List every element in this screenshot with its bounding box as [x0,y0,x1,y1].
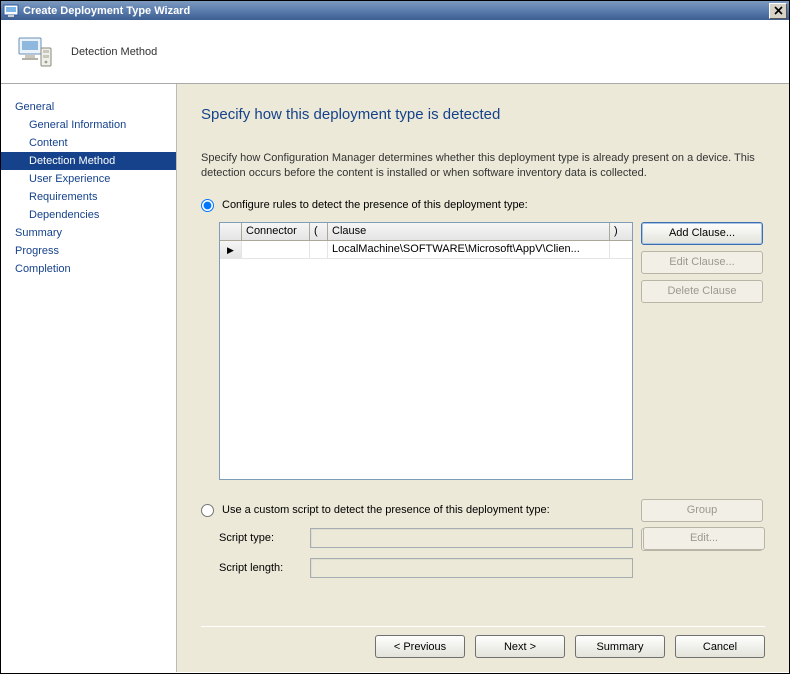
sidebar-item-detection-method[interactable]: Detection Method [1,152,176,170]
summary-button[interactable]: Summary [575,635,665,658]
window-body: Detection Method General General Informa… [0,20,790,674]
script-length-label: Script length: [219,562,304,574]
sidebar-item-general-info[interactable]: General Information [1,116,176,134]
window-title: Create Deployment Type Wizard [23,5,769,17]
close-button[interactable] [769,3,787,19]
edit-clause-button: Edit Clause... [641,251,763,274]
add-clause-button[interactable]: Add Clause... [641,222,763,245]
script-length-row: Script length: [219,558,765,578]
wizard-footer: < Previous Next > Summary Cancel [201,626,765,662]
script-type-row: Script type: Edit... [219,527,765,550]
delete-clause-button: Delete Clause [641,280,763,303]
sidebar-item-general[interactable]: General [1,98,176,116]
sidebar-item-dependencies[interactable]: Dependencies [1,206,176,224]
grid-body: ▶ LocalMachine\SOFTWARE\Microsoft\AppV\C… [220,241,632,479]
sidebar-item-user-experience[interactable]: User Experience [1,170,176,188]
radio-configure-rules[interactable]: Configure rules to detect the presence o… [201,199,765,212]
col-close-paren[interactable]: ) [610,223,632,240]
col-clause[interactable]: Clause [328,223,610,240]
sidebar-item-content[interactable]: Content [1,134,176,152]
radio-configure-rules-label: Configure rules to detect the presence o… [222,199,528,211]
cell-open-paren [310,241,328,258]
sidebar-item-requirements[interactable]: Requirements [1,188,176,206]
grid-header: Connector ( Clause ) [220,223,632,241]
cancel-button[interactable]: Cancel [675,635,765,658]
sidebar-item-progress[interactable]: Progress [1,242,176,260]
col-open-paren[interactable]: ( [310,223,328,240]
sidebar: General General Information Content Dete… [1,84,177,672]
table-row[interactable]: ▶ LocalMachine\SOFTWARE\Microsoft\AppV\C… [220,241,632,259]
content: Specify how this deployment type is dete… [177,84,789,672]
cell-clause: LocalMachine\SOFTWARE\Microsoft\AppV\Cli… [328,241,610,258]
cell-close-paren [610,241,632,258]
sidebar-item-completion[interactable]: Completion [1,260,176,278]
radio-custom-script[interactable]: Use a custom script to detect the presen… [201,504,765,517]
radio-custom-script-input[interactable] [201,504,214,517]
rules-area: Connector ( Clause ) ▶ LocalMachine\SOFT… [219,222,765,490]
next-button[interactable]: Next > [475,635,565,658]
titlebar: Create Deployment Type Wizard [0,0,790,20]
header-subtitle: Detection Method [71,46,157,58]
radio-custom-script-label: Use a custom script to detect the presen… [222,504,550,516]
script-type-label: Script type: [219,532,304,544]
main: General General Information Content Dete… [1,84,789,672]
page-description: Specify how Configuration Manager determ… [201,151,765,181]
app-icon [3,3,19,19]
edit-script-button: Edit... [643,527,765,550]
wizard-icon [15,32,55,72]
radio-configure-rules-input[interactable] [201,199,214,212]
script-length-field [310,558,633,578]
header: Detection Method [1,20,789,84]
row-indicator: ▶ [220,241,242,258]
clause-grid[interactable]: Connector ( Clause ) ▶ LocalMachine\SOFT… [219,222,633,480]
sidebar-item-summary[interactable]: Summary [1,224,176,242]
clause-buttons: Add Clause... Edit Clause... Delete Clau… [641,222,763,551]
col-connector[interactable]: Connector [242,223,310,240]
cell-connector [242,241,310,258]
script-type-field [310,528,633,548]
previous-button[interactable]: < Previous [375,635,465,658]
page-title: Specify how this deployment type is dete… [201,106,765,123]
